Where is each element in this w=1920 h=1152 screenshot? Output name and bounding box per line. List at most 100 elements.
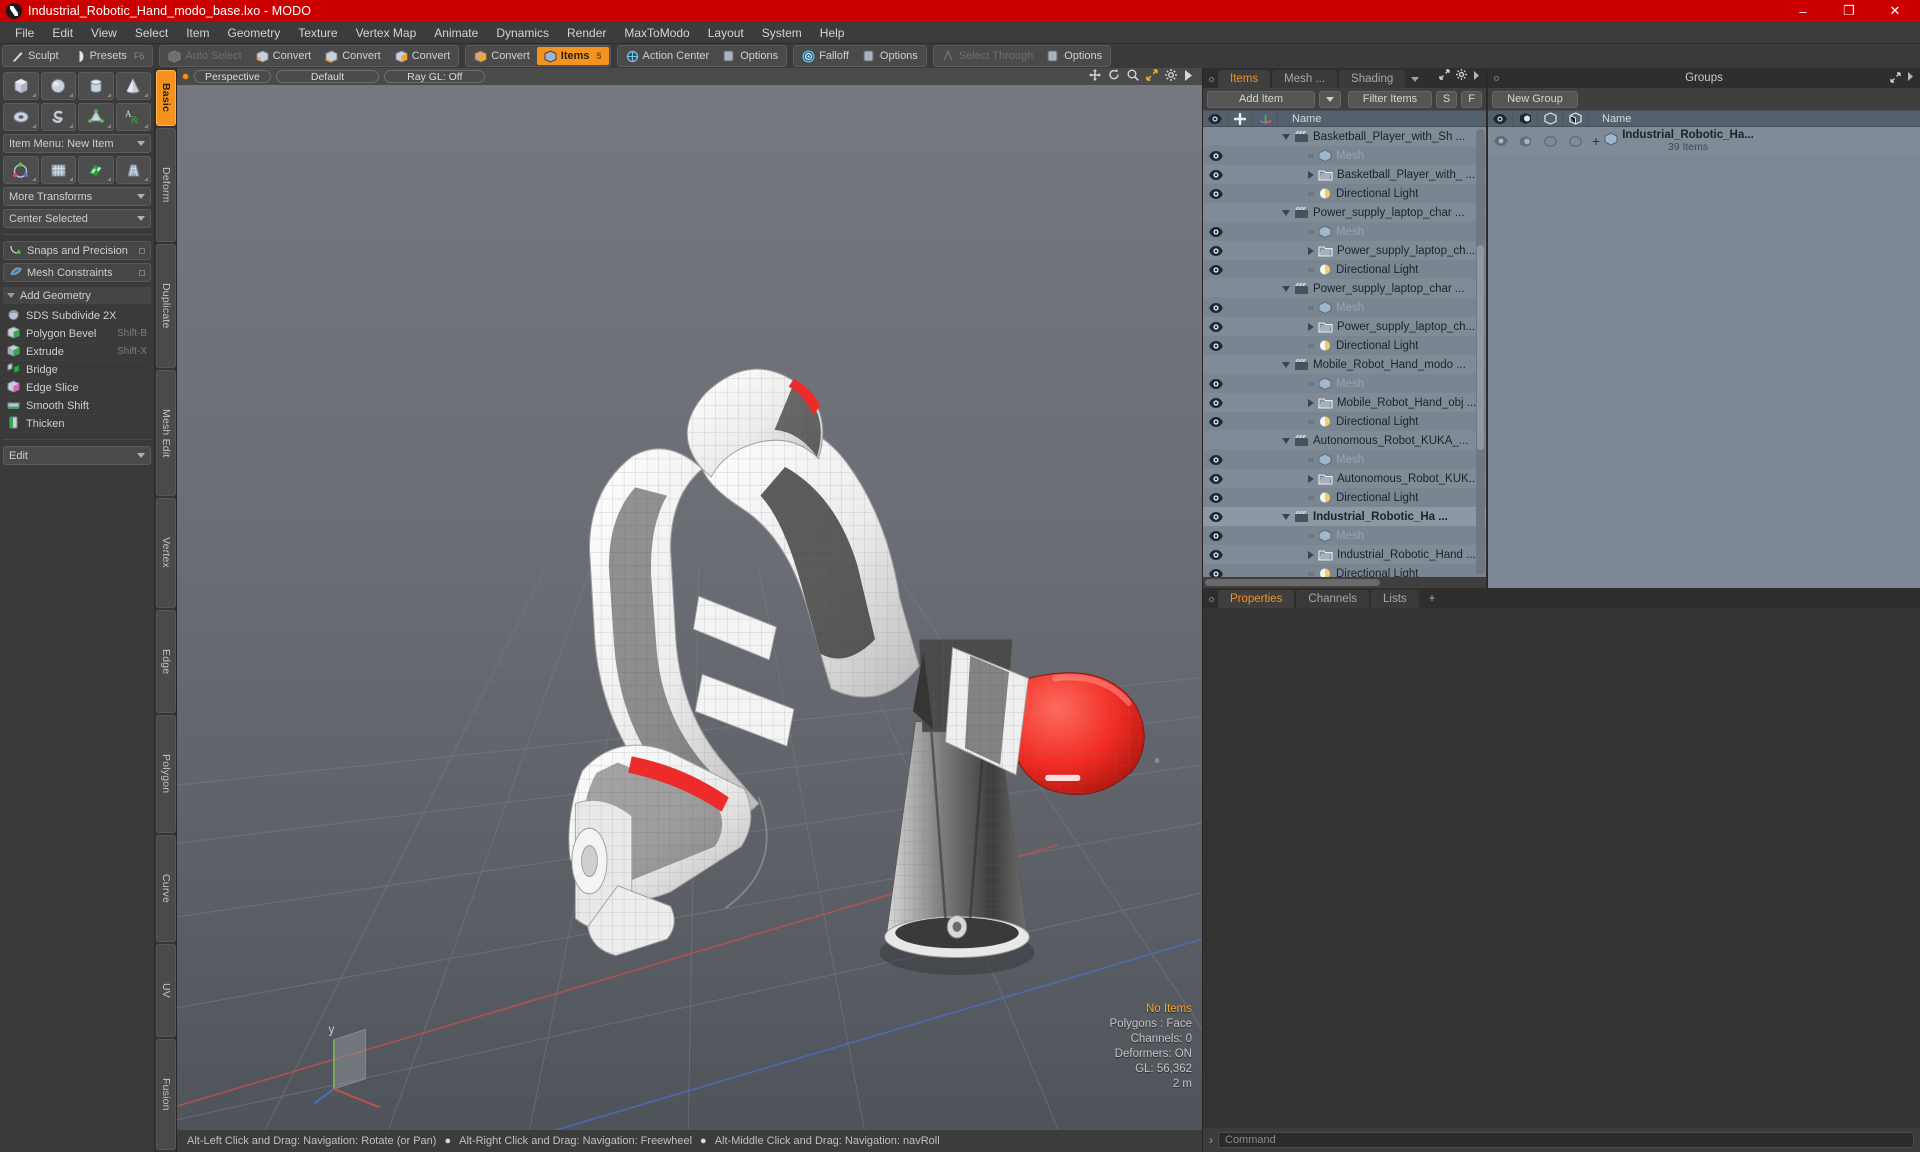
menu-item-dynamics[interactable]: Dynamics: [487, 23, 558, 43]
command-polygon-bevel[interactable]: Polygon Bevel Shift-B: [3, 325, 151, 343]
items-list-row[interactable]: Directional Light: [1203, 336, 1486, 355]
menu-item-edit[interactable]: Edit: [43, 23, 82, 43]
command-input[interactable]: Command: [1218, 1132, 1914, 1148]
gear-icon[interactable]: [1165, 68, 1177, 86]
center-selected-dropdown[interactable]: Center Selected: [3, 209, 151, 228]
items-list-row[interactable]: Basketball_Player_with_ ...: [1203, 165, 1486, 184]
properties-menu-dot-icon[interactable]: [1209, 597, 1214, 602]
menu-item-view[interactable]: View: [82, 23, 126, 43]
expander-expand-icon[interactable]: [1308, 474, 1314, 483]
uv-checker-icon[interactable]: [78, 156, 114, 184]
row-axis-toggle[interactable]: [1253, 127, 1278, 146]
lock-icon[interactable]: [1228, 110, 1253, 127]
filter-s-button[interactable]: S: [1435, 90, 1458, 108]
row-lock-toggle[interactable]: [1228, 146, 1253, 165]
group-shade2-toggle[interactable]: [1563, 132, 1588, 151]
expander-collapse-icon[interactable]: [1282, 285, 1290, 292]
play-icon[interactable]: [1184, 68, 1193, 86]
viewport-menu-dot-icon[interactable]: [182, 73, 189, 80]
items-list-row[interactable]: Power_supply_laptop_ch...: [1203, 241, 1486, 260]
transform-icon[interactable]: [3, 156, 39, 184]
item-menu-dropdown[interactable]: Item Menu: New Item: [3, 134, 151, 153]
row-visibility-toggle[interactable]: [1203, 431, 1228, 450]
row-axis-toggle[interactable]: [1253, 526, 1278, 545]
text-icon[interactable]: A &: [115, 103, 151, 131]
row-lock-toggle[interactable]: [1228, 545, 1253, 564]
row-axis-toggle[interactable]: [1253, 336, 1278, 355]
command-thicken[interactable]: Thicken: [3, 415, 151, 433]
row-axis-toggle[interactable]: [1253, 184, 1278, 203]
expander-collapse-icon[interactable]: [1282, 133, 1290, 140]
row-lock-toggle[interactable]: [1228, 374, 1253, 393]
row-axis-toggle[interactable]: [1253, 393, 1278, 412]
play-icon[interactable]: [1473, 67, 1480, 85]
raygl-button[interactable]: Ray GL: Off: [384, 70, 486, 83]
eye-icon[interactable]: [1203, 110, 1228, 127]
axis-icon[interactable]: [1253, 110, 1278, 127]
row-lock-toggle[interactable]: [1228, 393, 1253, 412]
mesh-constraints-button[interactable]: Mesh Constraints: [3, 263, 151, 282]
group-row[interactable]: + Industrial_Robotic_Ha... 39 Items: [1488, 127, 1920, 155]
expand-icon[interactable]: [1890, 72, 1901, 86]
row-lock-toggle[interactable]: [1228, 317, 1253, 336]
groups-menu-dot-icon[interactable]: [1494, 76, 1499, 81]
items-vertical-scrollbar[interactable]: [1476, 129, 1485, 575]
torus-icon[interactable]: [3, 103, 39, 131]
expander-expand-icon[interactable]: [1308, 398, 1314, 407]
command-sds-subdivide-2x[interactable]: SDS Subdivide 2X: [3, 307, 151, 325]
shading-mode-button[interactable]: Default: [275, 70, 380, 83]
row-lock-toggle[interactable]: [1228, 165, 1253, 184]
row-visibility-toggle[interactable]: [1203, 526, 1228, 545]
snaps-and-precision-button[interactable]: Snaps and Precision: [3, 241, 151, 260]
row-axis-toggle[interactable]: [1253, 469, 1278, 488]
menu-item-animate[interactable]: Animate: [425, 23, 487, 43]
vertical-tab-vertex[interactable]: Vertex: [156, 498, 176, 608]
vertical-tab-duplicate[interactable]: Duplicate: [156, 243, 176, 368]
row-axis-toggle[interactable]: [1253, 222, 1278, 241]
row-visibility-toggle[interactable]: [1203, 184, 1228, 203]
row-axis-toggle[interactable]: [1253, 355, 1278, 374]
row-lock-toggle[interactable]: [1228, 241, 1253, 260]
row-visibility-toggle[interactable]: [1203, 374, 1228, 393]
view-mode-button[interactable]: Perspective: [194, 70, 271, 83]
items-list-row[interactable]: Directional Light: [1203, 488, 1486, 507]
items-list-body[interactable]: Basketball_Player_with_Sh ... Mesh Basketb…: [1203, 127, 1486, 577]
command-extrude[interactable]: Extrude Shift-X: [3, 343, 151, 361]
toolbar-auto-select-button[interactable]: Auto Select: [161, 47, 248, 65]
items-list-row[interactable]: Mobile_Robot_Hand_modo ...: [1203, 355, 1486, 374]
gear-icon[interactable]: [1456, 67, 1467, 85]
row-lock-toggle[interactable]: [1228, 564, 1253, 577]
taper-icon[interactable]: [115, 156, 151, 184]
expander-collapse-icon[interactable]: [1282, 361, 1290, 368]
row-visibility-toggle[interactable]: [1203, 127, 1228, 146]
items-list-row[interactable]: Mesh: [1203, 526, 1486, 545]
row-lock-toggle[interactable]: [1228, 488, 1253, 507]
row-visibility-toggle[interactable]: [1203, 298, 1228, 317]
items-list-row[interactable]: Power_supply_laptop_char ...: [1203, 203, 1486, 222]
row-axis-toggle[interactable]: [1253, 260, 1278, 279]
add-item-button[interactable]: Add Item: [1207, 90, 1315, 108]
vertical-tab-uv[interactable]: UV: [156, 943, 176, 1038]
spiral-icon[interactable]: [40, 103, 76, 131]
menu-item-select[interactable]: Select: [126, 23, 177, 43]
items-horizontal-scrollbar[interactable]: [1203, 577, 1486, 588]
toolbar-convert-button[interactable]: Convert: [467, 47, 537, 65]
toolbar-convert-button[interactable]: Convert: [318, 47, 388, 65]
toolbar-action-center-button[interactable]: Action Center: [619, 47, 717, 65]
toolbar-falloff-button[interactable]: Falloff: [795, 47, 856, 65]
row-lock-toggle[interactable]: [1228, 127, 1253, 146]
row-axis-toggle[interactable]: [1253, 279, 1278, 298]
menu-item-geometry[interactable]: Geometry: [219, 23, 290, 43]
row-axis-toggle[interactable]: [1253, 298, 1278, 317]
add-geometry-section-header[interactable]: Add Geometry: [3, 287, 151, 304]
row-visibility-toggle[interactable]: [1203, 393, 1228, 412]
toolbar-items-button[interactable]: Items 5: [536, 47, 609, 65]
items-list-row[interactable]: Power_supply_laptop_ch...: [1203, 317, 1486, 336]
zoom-icon[interactable]: [1127, 68, 1139, 86]
row-lock-toggle[interactable]: [1228, 355, 1253, 374]
row-axis-toggle[interactable]: [1253, 203, 1278, 222]
row-visibility-toggle[interactable]: [1203, 146, 1228, 165]
fit-icon[interactable]: [1146, 68, 1158, 86]
row-axis-toggle[interactable]: [1253, 431, 1278, 450]
row-lock-toggle[interactable]: [1228, 469, 1253, 488]
